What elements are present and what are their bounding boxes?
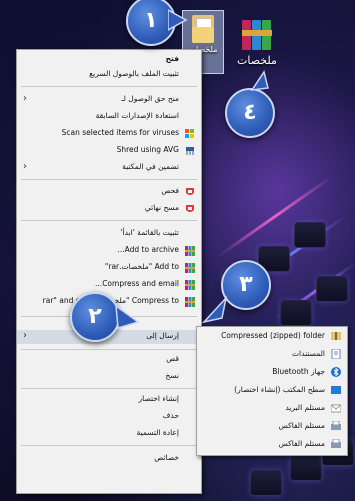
winrar-icon xyxy=(185,263,195,273)
menu-item-label: نسخ xyxy=(165,371,179,380)
menu-item-include-library[interactable]: تضمين في المكتبة ‹ xyxy=(17,161,201,175)
folder-icon xyxy=(192,15,214,43)
menu-item-label: إنشاء اختصار xyxy=(138,394,179,403)
menu-item-label: Shred using AVG xyxy=(116,145,179,154)
menu-item-label: قص xyxy=(166,354,179,363)
menu-item-label: تثبيت الملف بالوصول السريع xyxy=(89,69,179,78)
winrar-archive-icon xyxy=(242,18,272,50)
send-to-desktop-shortcut[interactable]: سطح المكتب (إنشاء اختصار) xyxy=(197,382,347,398)
send-to-mail-recipient[interactable]: مستلم البريد xyxy=(197,400,347,416)
menu-item-label: تثبيت بالقائمة 'ابدأ' xyxy=(120,228,179,237)
avg-shred-icon xyxy=(185,146,195,156)
wallpaper-key xyxy=(294,222,326,248)
submenu-item-label: جهاز Bluetooth xyxy=(272,367,325,376)
avg-wipe-icon xyxy=(185,204,195,214)
chevron-left-icon: ‹ xyxy=(23,330,27,341)
send-to-bluetooth[interactable]: جهاز Bluetooth xyxy=(197,364,347,380)
menu-item-create-shortcut[interactable]: إنشاء اختصار xyxy=(17,393,201,407)
submenu-item-label: مستلم البريد xyxy=(285,403,325,412)
menu-separator xyxy=(21,388,197,389)
send-to-compressed-folder[interactable]: Compressed (zipped) folder xyxy=(197,328,347,344)
menu-item-label: خصائص xyxy=(154,453,179,462)
menu-item-label: حذف xyxy=(162,411,179,420)
context-menu: فتح تثبيت الملف بالوصول السريع منح حق ال… xyxy=(16,49,202,494)
menu-separator xyxy=(21,220,197,221)
arrow-icon xyxy=(250,70,269,91)
menu-item-label: فحص xyxy=(161,186,179,195)
step-badge-2: ٢ xyxy=(70,292,120,342)
menu-item-add-archive[interactable]: Add to archive... xyxy=(17,244,201,258)
menu-item-properties[interactable]: خصائص xyxy=(17,452,201,466)
menu-item-open[interactable]: فتح xyxy=(17,53,201,67)
avg-scan-icon xyxy=(185,187,195,197)
send-to-documents[interactable]: المستندات xyxy=(197,346,347,362)
zip-folder-icon xyxy=(331,331,341,341)
fax-icon xyxy=(331,438,341,449)
menu-item-rename[interactable]: إعادة التسمية xyxy=(17,427,201,441)
arrow-icon xyxy=(168,9,188,31)
step-badge-4: ٤ xyxy=(225,88,275,138)
menu-separator xyxy=(21,179,197,180)
winrar-icon xyxy=(185,246,195,256)
desktop-icon xyxy=(331,385,341,395)
menu-item-pin-start[interactable]: تثبيت بالقائمة 'ابدأ' xyxy=(17,227,201,241)
menu-item-scan-viruses[interactable]: Scan selected items for viruses xyxy=(17,127,201,141)
menu-item-label: Compress and email... xyxy=(95,279,179,288)
menu-item-add-to-rar[interactable]: Add to "ملخصات.rar" xyxy=(17,261,201,275)
winrar-icon xyxy=(185,297,195,307)
menu-item-label: فتح xyxy=(165,54,179,63)
windows-defender-icon xyxy=(185,129,195,139)
menu-item-avg-wipe[interactable]: مسح نهائي xyxy=(17,202,201,216)
submenu-item-label: Compressed (zipped) folder xyxy=(221,331,325,340)
menu-separator xyxy=(21,86,197,87)
menu-item-restore-versions[interactable]: استعادة الإصدارات السابقة xyxy=(17,110,201,124)
submenu-item-label: المستندات xyxy=(291,349,325,358)
desktop-rar-icon[interactable]: ملخصات xyxy=(232,18,282,67)
submenu-item-label: سطح المكتب (إنشاء اختصار) xyxy=(234,385,325,394)
menu-item-label: تضمين في المكتبة xyxy=(122,162,179,171)
menu-item-delete[interactable]: حذف xyxy=(17,410,201,424)
menu-item-label: استعادة الإصدارات السابقة xyxy=(95,111,179,120)
menu-item-compress-email[interactable]: Compress and email... xyxy=(17,278,201,292)
bluetooth-icon xyxy=(331,367,341,377)
chevron-left-icon: ‹ xyxy=(23,93,27,104)
submenu-item-label: مستلم الفاكس xyxy=(278,439,325,448)
arrow-icon xyxy=(115,304,140,329)
send-to-fax-recipient[interactable]: مستلم الفاكس xyxy=(197,418,347,434)
menu-item-label: Add to archive... xyxy=(117,245,179,254)
send-to-submenu: Compressed (zipped) folder المستندات جها… xyxy=(196,326,348,456)
menu-item-label: إعادة التسمية xyxy=(136,428,179,437)
documents-icon xyxy=(331,348,341,360)
menu-item-label: مسح نهائي xyxy=(144,203,179,212)
menu-item-copy[interactable]: نسخ xyxy=(17,370,201,384)
winrar-icon xyxy=(185,280,195,290)
menu-item-label: Add to "ملخصات.rar" xyxy=(104,262,179,271)
wallpaper-key xyxy=(250,470,282,496)
arrow-icon xyxy=(201,296,228,324)
rar-label: ملخصات xyxy=(237,54,277,67)
menu-item-shred-avg[interactable]: Shred using AVG xyxy=(17,144,201,158)
wallpaper-key xyxy=(280,300,312,326)
wallpaper-key xyxy=(290,455,322,481)
wallpaper-key xyxy=(316,276,348,302)
menu-item-label: منح حق الوصول لـ xyxy=(121,94,179,103)
menu-item-cut[interactable]: قص xyxy=(17,353,201,367)
menu-item-label: Scan selected items for viruses xyxy=(61,128,179,137)
menu-item-give-access[interactable]: منح حق الوصول لـ ‹ xyxy=(17,93,201,107)
fax-icon xyxy=(331,420,341,431)
submenu-item-label: مستلم الفاكس xyxy=(278,421,325,430)
menu-separator xyxy=(21,445,197,446)
menu-separator xyxy=(21,349,197,350)
menu-item-avg-scan[interactable]: فحص xyxy=(17,185,201,199)
send-to-fax-recipient[interactable]: مستلم الفاكس xyxy=(197,436,347,452)
mail-icon xyxy=(330,403,342,413)
chevron-left-icon: ‹ xyxy=(23,161,27,172)
menu-item-pin-quick-access[interactable]: تثبيت الملف بالوصول السريع xyxy=(17,68,201,82)
menu-item-label: إرسال إلى xyxy=(146,331,179,340)
